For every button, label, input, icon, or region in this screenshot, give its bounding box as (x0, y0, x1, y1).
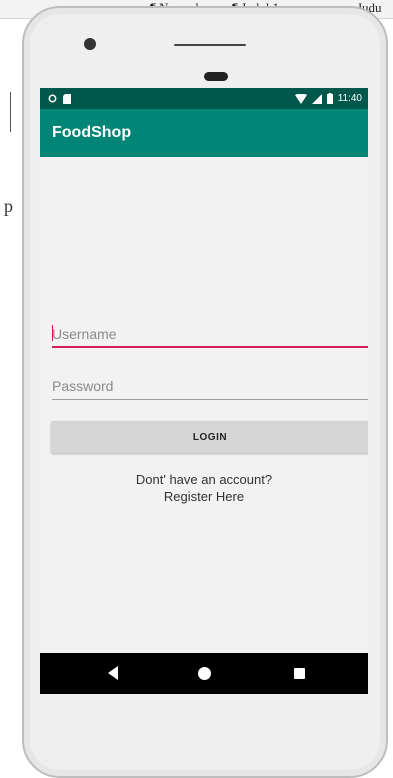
app-toolbar: FoodShop (40, 109, 368, 157)
navigation-bar (40, 653, 368, 694)
username-input[interactable] (52, 322, 368, 346)
text-caret (52, 325, 53, 341)
circle-icon (48, 94, 57, 103)
password-underline (52, 399, 368, 400)
speaker-grille (174, 44, 246, 46)
wifi-icon (294, 93, 307, 104)
signal-icon (311, 93, 322, 104)
login-button[interactable]: LOGIN (51, 421, 368, 453)
earpiece (204, 72, 228, 81)
password-field-container (52, 374, 368, 400)
phone-frame: 11:40 FoodShop LOGIN Dont' have an accou… (22, 6, 388, 778)
register-prompt: Dont' have an account? (135, 472, 273, 487)
home-icon[interactable] (198, 667, 211, 680)
username-underline (52, 346, 368, 348)
document-bracket (10, 92, 11, 132)
username-field-container (52, 322, 368, 348)
sd-card-icon (63, 93, 71, 104)
password-input[interactable] (52, 374, 368, 398)
register-link[interactable]: Dont' have an account? Register Here (40, 471, 368, 505)
app-title: FoodShop (52, 124, 132, 141)
camera-icon (84, 38, 96, 50)
status-time: 11:40 (337, 93, 362, 104)
register-here-link[interactable]: Register Here (40, 488, 368, 505)
back-icon[interactable] (108, 666, 118, 680)
recent-apps-icon[interactable] (294, 668, 305, 679)
status-bar: 11:40 (40, 88, 368, 109)
phone-screen: 11:40 FoodShop LOGIN Dont' have an accou… (40, 88, 368, 694)
document-text-fragment: p (4, 196, 13, 216)
battery-icon (326, 93, 333, 104)
